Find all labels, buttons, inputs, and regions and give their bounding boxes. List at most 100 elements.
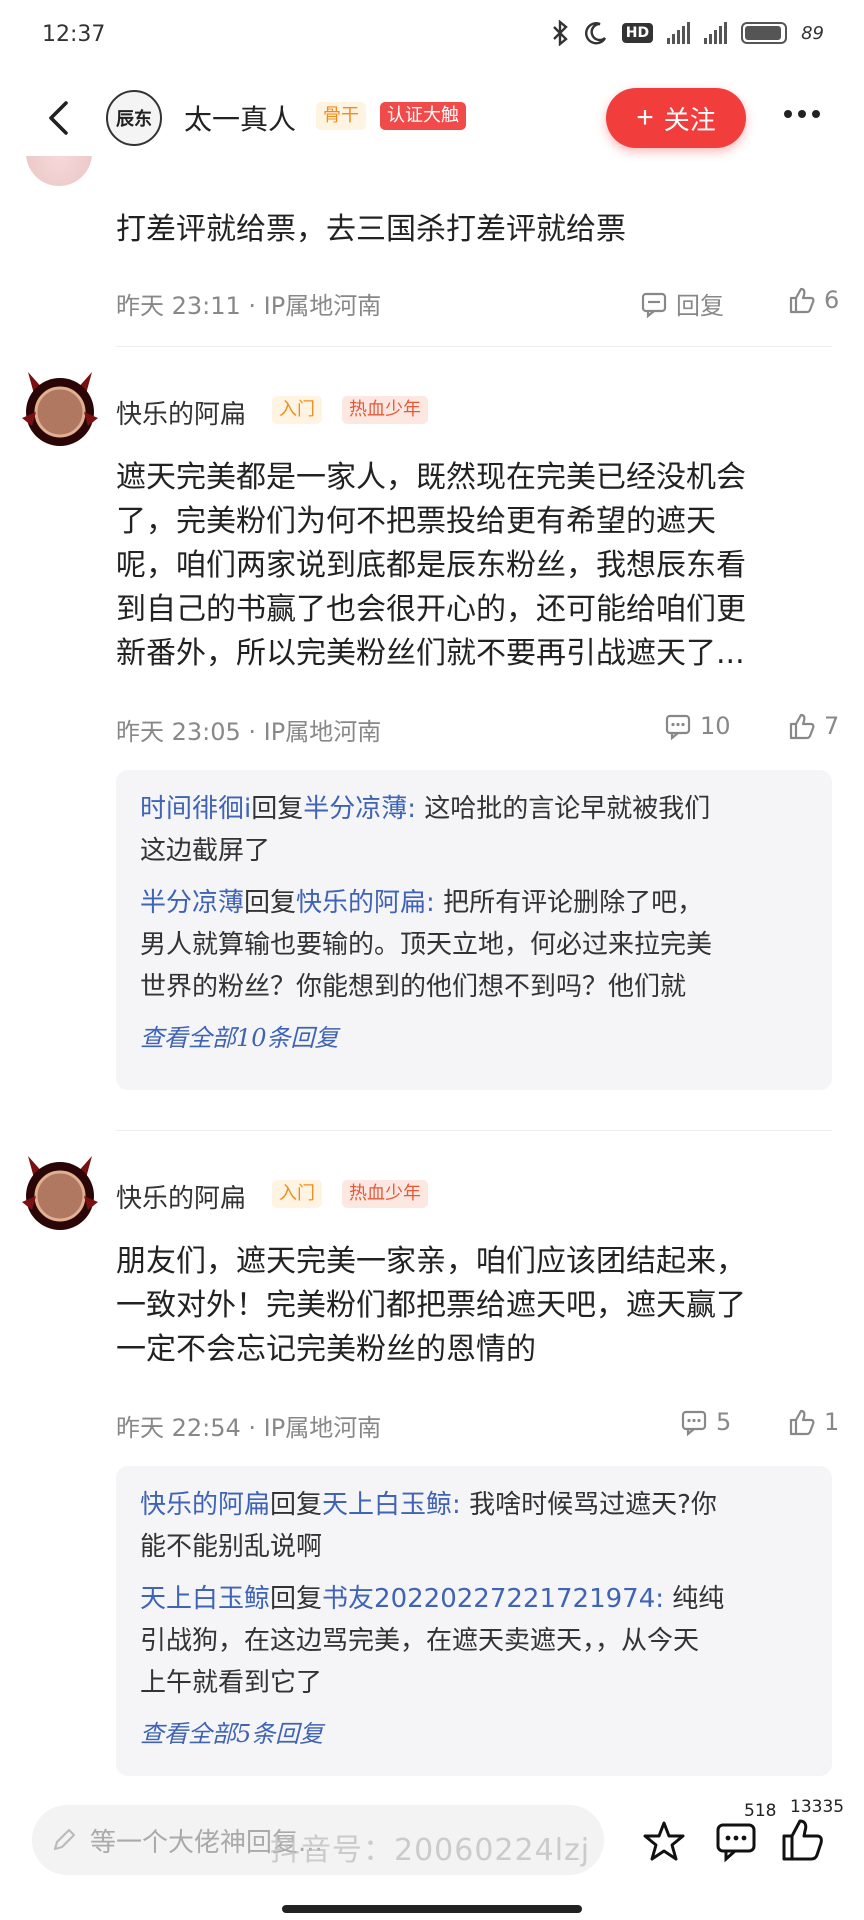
- favorite-star-icon[interactable]: [642, 1819, 686, 1863]
- comment-time: 昨天 22:54 · IP属地河南: [116, 1414, 382, 1442]
- comment-meta: 昨天 22:54 · IP属地河南 5 1: [116, 1408, 839, 1442]
- reply-from[interactable]: 天上白玉鲸: [140, 1584, 270, 1614]
- status-bar: 12:37 HD 89: [0, 0, 864, 70]
- reply-colon: :: [426, 888, 444, 918]
- like-count: 7: [824, 712, 840, 740]
- level-badge: 入门: [272, 396, 322, 424]
- reply-button[interactable]: 回复: [640, 286, 724, 321]
- comment-line: 新番外，所以完美粉丝们就不要再引战遮天了...: [116, 636, 745, 671]
- comment-icon: [665, 714, 691, 740]
- reply-text: 男人就算输也要输的。顶天立地，何必过来拉完美: [140, 930, 713, 960]
- like-count: 1: [824, 1408, 840, 1436]
- comment-username[interactable]: 快乐的阿扁: [116, 1178, 246, 1215]
- view-all-replies[interactable]: 查看全部10条回复: [140, 1018, 808, 1053]
- reply-verb: 回复: [251, 794, 304, 824]
- thumbs-up-icon[interactable]: [780, 1817, 824, 1863]
- thumbs-up-icon: [789, 287, 815, 314]
- level-badge: 入门: [272, 1180, 322, 1208]
- reply-text: 这哈批的言论早就被我们: [424, 794, 711, 824]
- battery-level: 89: [801, 22, 824, 44]
- follow-label: 关注: [663, 104, 716, 135]
- reply-item: 半分凉薄回复快乐的阿扁: 把所有评论删除了吧， 男人就算输也要输的。顶天立地，何…: [140, 882, 808, 1008]
- author-avatar-text: 辰东: [116, 109, 152, 130]
- comments-button[interactable]: 5: [680, 1408, 731, 1436]
- reply-colon: :: [655, 1584, 673, 1614]
- divider: [116, 1130, 832, 1131]
- reply-text: 能不能别乱说啊: [140, 1532, 323, 1562]
- comment-text: 打差评就给票，去三国杀打差评就给票: [116, 212, 626, 247]
- signal-icon-2: [704, 22, 728, 44]
- author-name[interactable]: 太一真人: [184, 98, 296, 138]
- comment-time: 昨天 23:11 · IP属地河南: [116, 292, 382, 320]
- reply-text: 把所有评论删除了吧，: [443, 888, 704, 918]
- like-button[interactable]: 7: [788, 712, 839, 740]
- auth-badge: 认证大触: [380, 102, 466, 130]
- like-button[interactable]: 6: [788, 286, 839, 314]
- reply-preview[interactable]: 快乐的阿扁回复天上白玉鲸: 我啥时候骂过遮天?你 能不能别乱说啊 天上白玉鲸回复…: [116, 1466, 832, 1776]
- like-button[interactable]: 1: [788, 1408, 839, 1436]
- plus-icon: +: [636, 101, 654, 134]
- comment-meta: 昨天 23:11 · IP属地河南 回复 6: [116, 286, 839, 321]
- reply-text: 我啥时候骂过遮天?你: [469, 1490, 717, 1520]
- reply-to[interactable]: 半分凉薄: [303, 794, 407, 824]
- comment-text: 朋友们，遮天完美一家亲，咱们应该团结起来， 一致对外！完美粉们都把票给遮天吧，遮…: [116, 1240, 836, 1372]
- comment-count: 5: [716, 1408, 732, 1436]
- reply-verb: 回复: [270, 1490, 323, 1520]
- pen-icon: [53, 1828, 76, 1851]
- reply-item: 时间徘徊i回复半分凉薄: 这哈批的言论早就被我们 这边截屏了: [140, 788, 808, 872]
- comment-line: 朋友们，遮天完美一家亲，咱们应该团结起来，: [116, 1244, 746, 1279]
- partial-comment-avatar: [26, 150, 106, 198]
- reply-icon: [641, 292, 667, 318]
- user-avatar[interactable]: [18, 368, 102, 452]
- reply-item: 天上白玉鲸回复书友20220227221721974: 纯纯 引战狗，在这边骂完…: [140, 1578, 808, 1704]
- reply-text: 上午就看到它了: [140, 1668, 323, 1698]
- comment-text: 遮天完美都是一家人，既然现在完美已经没机会 了，完美粉们为何不把票投给更有希望的…: [116, 456, 836, 676]
- back-arrow-icon[interactable]: [46, 100, 72, 136]
- thumbs-up-icon: [789, 1409, 815, 1436]
- thumbs-up-icon: [789, 713, 815, 740]
- reply-text: 这边截屏了: [140, 836, 271, 866]
- comment-line: 一定不会忘记完美粉丝的恩情的: [116, 1332, 536, 1367]
- reply-from[interactable]: 时间徘徊i: [140, 794, 251, 824]
- post-header: 辰东 太一真人 骨干 认证大触 + 关注: [0, 80, 864, 156]
- reply-to[interactable]: 天上白玉鲸: [322, 1490, 452, 1520]
- more-options-icon[interactable]: [784, 110, 820, 118]
- signal-icon: [667, 22, 691, 44]
- reply-verb: 回复: [270, 1584, 323, 1614]
- comments-button[interactable]: 10: [664, 712, 731, 740]
- reply-verb: 回复: [244, 888, 297, 918]
- reply-from[interactable]: 快乐的阿扁: [140, 1490, 270, 1520]
- comment-line: 遮天完美都是一家人，既然现在完美已经没机会: [116, 460, 746, 495]
- comment-icon: [681, 1410, 707, 1436]
- home-indicator: [282, 1905, 582, 1913]
- divider: [116, 346, 832, 347]
- reply-from[interactable]: 半分凉薄: [140, 888, 244, 918]
- comment-line: 到自己的书赢了也会很开心的，还可能给咱们更: [116, 592, 746, 627]
- comment-time: 昨天 23:05 · IP属地河南: [116, 718, 382, 746]
- comment-total-count: 518: [744, 1801, 777, 1821]
- reply-preview[interactable]: 时间徘徊i回复半分凉薄: 这哈批的言论早就被我们 这边截屏了 半分凉薄回复快乐的…: [116, 770, 832, 1090]
- user-avatar[interactable]: [18, 1152, 102, 1236]
- bottom-action-bar: 等一个大佬神回复... 抖音号：20060224lzj 518 13335: [0, 1795, 864, 1920]
- reply-text: 纯纯: [672, 1584, 725, 1614]
- comment-username[interactable]: 快乐的阿扁: [116, 394, 246, 431]
- comment-line: 呢，咱们两家说到底都是辰东粉丝，我想辰东看: [116, 548, 746, 583]
- reply-to[interactable]: 书友20220227221721974: [322, 1584, 655, 1614]
- title-badge: 热血少年: [342, 396, 428, 424]
- comment-count: 10: [700, 712, 731, 740]
- comment-line: 了，完美粉们为何不把票投给更有希望的遮天: [116, 504, 716, 539]
- view-all-replies[interactable]: 查看全部5条回复: [140, 1714, 808, 1749]
- reply-to[interactable]: 快乐的阿扁: [296, 888, 426, 918]
- comment-bubble-icon[interactable]: [714, 1819, 758, 1863]
- author-avatar[interactable]: 辰东: [106, 90, 162, 146]
- like-total-count: 13335: [790, 1797, 845, 1817]
- reply-colon: :: [407, 794, 425, 824]
- title-badge: 热血少年: [342, 1180, 428, 1208]
- like-count: 6: [824, 286, 840, 314]
- watermark: 抖音号：20060224lzj: [270, 1833, 591, 1868]
- comment-line: 一致对外！完美粉们都把票给遮天吧，遮天赢了: [116, 1288, 746, 1323]
- reply-item: 快乐的阿扁回复天上白玉鲸: 我啥时候骂过遮天?你 能不能别乱说啊: [140, 1484, 808, 1568]
- status-icons: HD 89: [550, 20, 824, 46]
- follow-button[interactable]: + 关注: [606, 88, 746, 148]
- reply-text: 引战狗，在这边骂完美，在遮天卖遮天，，从今天: [140, 1626, 700, 1656]
